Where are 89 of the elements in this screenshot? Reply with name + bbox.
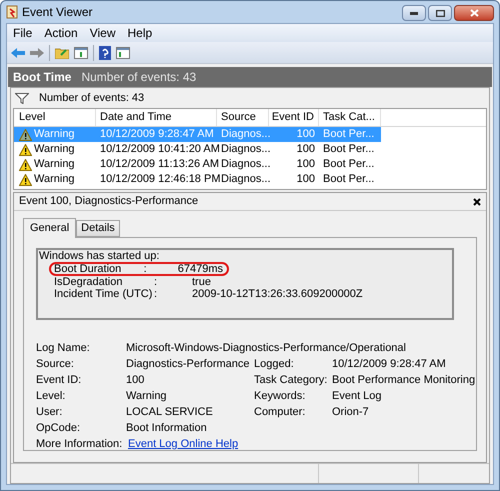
field-label: User: [36,406,64,418]
table-cell-text: 10/12/2009 10:41:20 AM [99,142,217,158]
event-count: Number of events: 43 [81,69,196,86]
panel-icon[interactable] [116,46,130,58]
event-log-icon [6,5,18,19]
field-value: Diagnostics-Performance [126,358,250,370]
table-cell-text: Diagnos... [220,157,269,172]
field-value: 100 [126,374,146,386]
warning-icon [19,158,32,170]
close-button[interactable] [454,5,494,21]
close-icon [470,9,478,17]
table-cell-text: 100 [296,172,316,188]
column-header[interactable]: Level [14,109,96,126]
table-cell-text: Warning [34,142,75,158]
table-cell-text: 100 [296,142,316,158]
table-cell-text: Boot Per... [322,157,376,172]
menu-item[interactable]: Help [128,24,152,42]
table-cell-text: Boot Per... [322,172,376,188]
table-cell-text: Warning [34,172,75,188]
column-header[interactable]: Date and Time [96,109,217,126]
field-value: LOCAL SERVICE [126,406,214,418]
message-key: Boot Duration [54,263,144,275]
message-heading: Windows has started up: [39,250,160,262]
table-row[interactable]: Warning 10/12/2009 12:46:18 PMDiagnos... 100 Boot Per... [14,172,486,187]
field-label: Computer: [254,406,306,418]
field-label: Source: [36,358,75,370]
filter-icon [15,92,29,104]
field-value: Event Log [332,390,383,402]
column-header[interactable]: Event ID [269,109,319,126]
back-arrow-icon[interactable] [11,46,25,58]
field-value: Boot Information [126,422,208,434]
table-cell-text: Diagnos... [220,127,269,142]
message-separator: : [154,276,158,288]
table-cell-text: 100 [296,157,316,172]
window-title: Event Viewer [22,4,92,21]
field-label: Logged: [254,358,295,370]
message-key: IsDegradation [54,276,154,288]
forward-arrow-icon[interactable] [30,46,44,58]
column-header[interactable]: Task Cat... [319,109,381,126]
warning-icon [19,144,32,156]
field-label: Keywords: [254,390,306,402]
maximize-button[interactable] [428,5,452,21]
table-cell-text: 10/12/2009 11:13:26 AM [99,157,217,172]
close-icon[interactable] [473,198,481,206]
log-title: Boot Time [13,69,72,86]
filter-summary: Number of events: 43 [39,90,144,106]
message-value: 67479ms [178,263,224,275]
table-cell-text: 100 [296,127,316,142]
panel-icon[interactable] [74,46,88,58]
field-label: Event ID: [36,374,82,386]
field-label: Task Category: [254,374,328,386]
table-cell-text: Diagnos... [220,142,269,158]
table-cell-text: Boot Per... [322,142,376,158]
field-label: OpCode: [36,422,82,434]
menu-item[interactable]: File [13,24,32,42]
table-cell-text: 10/12/2009 9:28:47 AM [99,127,215,142]
table-row[interactable]: Warning 10/12/2009 11:13:26 AM Diagnos... 100 Boot Per... [14,157,486,172]
menu-item[interactable]: View [90,24,116,42]
table-cell-text: Diagnos... [220,172,269,188]
field-value: Warning [126,390,168,402]
help-icon[interactable] [99,46,111,60]
field-value: Microsoft-Windows-Diagnostics-Performance/Operational [126,342,407,354]
menu-item[interactable]: Action [44,24,78,42]
help-link[interactable]: Event Log Online Help [126,438,476,450]
field-value: 10/12/2009 9:28:47 AM [332,358,447,370]
details-title: Event 100, Diagnostics-Performance [19,194,198,210]
message-separator: : [154,288,158,300]
folder-icon[interactable] [55,46,69,58]
table-cell-text: Boot Per... [322,127,376,142]
table-cell-text: Warning [34,127,75,142]
warning-icon [19,128,32,140]
minimize-button[interactable] [402,5,426,21]
table-row[interactable]: Warning 10/12/2009 10:41:20 AM Diagnos... 100 Boot Per... [14,142,486,157]
message-value: 2009-10-12T13:26:33.609200000Z [192,288,364,300]
message-value: true [192,276,212,288]
warning-icon [19,174,32,186]
message-key: Incident Time (UTC) [54,288,154,300]
field-value: Orion-7 [332,406,370,418]
field-value: Boot Performance Monitoring [332,374,476,386]
maximize-icon [436,10,444,16]
field-label: More Information: [36,438,124,450]
message-separator: : [144,263,148,275]
minimize-icon [410,12,418,14]
table-cell-text: Warning [34,157,75,172]
column-header[interactable]: Source [217,109,269,126]
tab[interactable]: General [23,218,76,238]
tab[interactable]: Details [76,220,120,237]
field-label: Level: [36,390,66,402]
field-label: Log Name: [36,342,91,354]
